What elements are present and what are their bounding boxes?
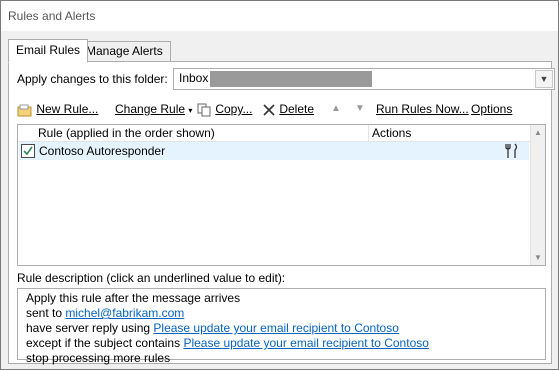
new-rule-button[interactable]: New Rule... [17,100,98,118]
rules-and-alerts-dialog: Rules and Alerts Email Rules Manage Aler… [0,0,559,370]
description-line: have server reply using Please update yo… [26,321,399,336]
delete-x-icon [263,104,275,116]
rule-enabled-checkbox[interactable] [21,144,35,158]
server-reply-action-icon [505,143,518,158]
email-rules-panel: Apply changes to this folder: Inbox ▼ Ne… [8,61,555,365]
recipient-link[interactable]: michel@fabrikam.com [65,306,184,320]
rule-row[interactable]: Contoso Autoresponder [19,142,529,160]
delete-label: Delete [279,102,315,116]
description-line: except if the subject contains Please up… [26,336,429,351]
copy-icon [197,103,211,117]
change-rule-label: Change Rule [115,102,186,116]
options-label: Options [471,102,513,116]
window-title: Rules and Alerts [1,1,558,31]
run-rules-now-label: Run Rules Now... [376,102,469,116]
rule-name: Contoso Autoresponder [39,144,166,158]
move-up-arrow-icon[interactable]: ▲ [331,100,341,118]
description-line: Apply this rule after the message arrive… [26,291,241,305]
redacted-account-name [210,71,372,87]
copy-label: Copy... [215,102,253,116]
column-header-actions[interactable]: Actions [372,126,411,140]
rule-description-box: Apply this rule after the message arrive… [17,288,546,365]
description-line: sent to michel@fabrikam.com [26,306,184,321]
checkmark-icon [23,146,33,156]
change-rule-button[interactable]: Change Rule ▾ [115,100,192,118]
reply-template-link[interactable]: Please update your email recipient to Co… [153,321,398,335]
folder-select[interactable]: Inbox ▼ [173,68,555,90]
run-rules-now-button[interactable]: Run Rules Now... [376,100,469,118]
copy-button[interactable]: Copy... [197,100,252,118]
rule-description-label: Rule description (click an underlined va… [17,271,286,285]
tab-email-rules[interactable]: Email Rules [8,39,89,63]
new-rule-icon [17,104,32,117]
options-button[interactable]: Options [471,100,512,118]
column-divider[interactable] [368,125,369,141]
rules-list[interactable]: Rule (applied in the order shown) Action… [17,124,546,266]
tab-manage-alerts[interactable]: Manage Alerts [78,41,171,62]
scroll-up-icon[interactable]: ▲ [534,128,542,137]
move-down-arrow-icon[interactable]: ▼ [355,100,365,118]
description-text: sent to [26,306,63,320]
description-line: stop processing more rules [26,351,171,365]
folder-value: Inbox [179,71,209,85]
new-rule-label: New Rule... [36,102,99,116]
scroll-down-icon[interactable]: ▼ [534,253,542,262]
column-header-rule[interactable]: Rule (applied in the order shown) [38,126,215,140]
chevron-down-icon[interactable]: ▼ [535,70,553,88]
delete-button[interactable]: Delete [262,100,314,118]
list-scrollbar[interactable]: ▲ ▼ [530,125,545,265]
list-header: Rule (applied in the order shown) Action… [18,125,530,142]
caret-down-icon: ▾ [188,106,193,115]
folder-label: Apply changes to this folder: [17,72,168,86]
description-text: have server reply using [26,321,151,335]
subject-exception-link[interactable]: Please update your email recipient to Co… [183,336,428,350]
description-text: except if the subject contains [26,336,181,350]
rules-toolbar: New Rule... Change Rule ▾ Copy... Delete… [17,100,547,118]
